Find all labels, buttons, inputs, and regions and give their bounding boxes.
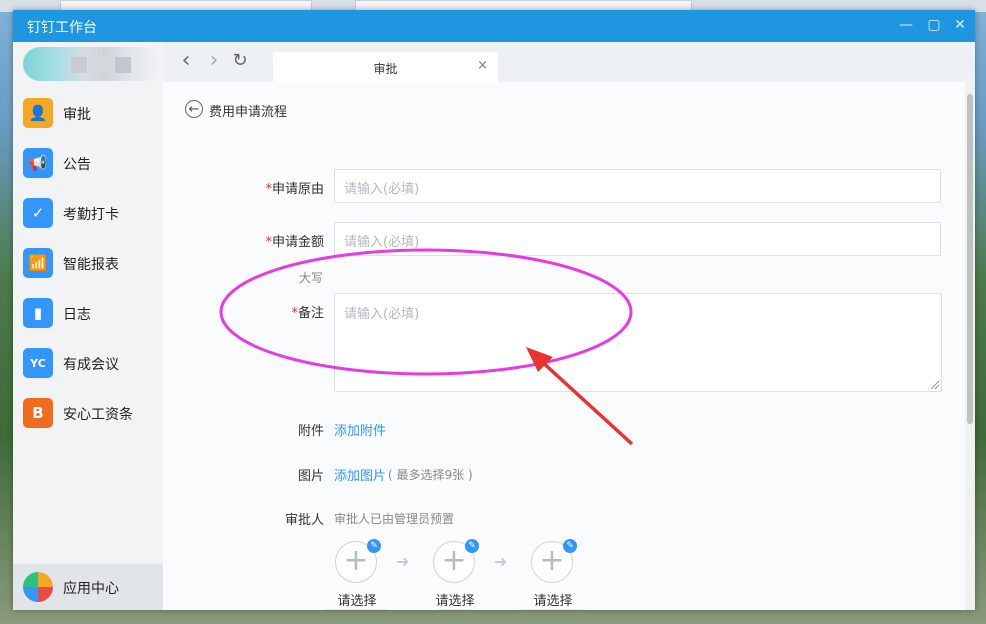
refresh-button[interactable]: ↻	[231, 52, 249, 72]
flow-arrow-icon: ➜	[494, 552, 508, 571]
remark-placeholder: 请输入(必填)	[344, 307, 420, 322]
tab-bar: ‹ › ↻ 审批 ×	[163, 42, 975, 82]
add-attachment-link[interactable]: 添加附件	[334, 420, 386, 439]
edit-pencil-icon[interactable]: ✎	[563, 539, 577, 553]
approver-role-tag	[437, 609, 473, 610]
forward-nav-button[interactable]: ›	[205, 50, 223, 72]
page-title: 费用申请流程	[209, 105, 288, 120]
sidebar-item-approval[interactable]: 👤 审批	[13, 88, 163, 138]
sidebar-item-attendance[interactable]: ✓ 考勤打卡	[13, 188, 163, 238]
close-button[interactable]: ✕	[951, 16, 969, 34]
avatar	[115, 57, 131, 73]
sidebar-item-reports[interactable]: 📶 智能报表	[13, 238, 163, 288]
tab-approval[interactable]: 审批 ×	[273, 52, 498, 82]
notebook-icon: ▮	[23, 298, 53, 328]
app-window: 钉钉工作台 — ▢ ✕ 👤 审批 📢 公告 ✓ 考勤打卡 📶 智能报表 ▮ 日志	[13, 10, 975, 610]
sidebar-item-app-center[interactable]: 应用中心	[13, 564, 163, 610]
user-profile[interactable]	[23, 47, 159, 81]
approver-role-tag	[519, 609, 585, 610]
reason-input[interactable]: 请输入(必填)	[334, 169, 941, 203]
approver-select-label: 请选择	[533, 594, 573, 609]
maximize-button[interactable]: ▢	[925, 16, 943, 34]
approver-select-label: 请选择	[435, 594, 475, 609]
sidebar-item-label: 应用中心	[63, 581, 119, 597]
chart-icon: 📶	[23, 248, 53, 278]
approver-role-tag	[323, 609, 389, 610]
image-label: 图片	[297, 469, 324, 484]
sidebar-item-label: 智能报表	[63, 257, 119, 273]
sidebar-item-label: 公告	[63, 157, 91, 173]
approver-label: 审批人	[284, 513, 324, 528]
resize-grip-icon[interactable]	[931, 381, 939, 389]
avatar	[93, 57, 109, 73]
edit-pencil-icon[interactable]: ✎	[465, 539, 479, 553]
sidebar-item-label: 有成会议	[63, 357, 119, 373]
remark-label-text: 备注	[297, 306, 324, 321]
titlebar: 钉钉工作台 — ▢ ✕	[13, 10, 975, 42]
remark-textarea[interactable]: 请输入(必填)	[334, 293, 942, 392]
amount-label-text: 申请金额	[271, 235, 324, 250]
avatar	[71, 57, 87, 73]
approver-node[interactable]: + ✎ 请选择	[317, 539, 397, 610]
sidebar-item-log[interactable]: ▮ 日志	[13, 288, 163, 338]
sidebar-item-announcement[interactable]: 📢 公告	[13, 138, 163, 188]
sidebar-item-label: 考勤打卡	[63, 207, 119, 223]
vertical-scrollbar[interactable]	[965, 82, 975, 610]
approver-node[interactable]: + ✎ 请选择	[415, 539, 495, 610]
tab-label: 审批	[373, 62, 398, 76]
amount-label: *申请金额	[224, 231, 324, 250]
reason-label-text: 申请原由	[271, 182, 324, 197]
payslip-icon: B	[23, 398, 53, 428]
minimize-button[interactable]: —	[897, 16, 915, 34]
reason-label: *申请原由	[224, 178, 324, 197]
app-center-icon	[23, 572, 53, 602]
megaphone-icon: 📢	[23, 148, 53, 178]
sidebar: 👤 审批 📢 公告 ✓ 考勤打卡 📶 智能报表 ▮ 日志 YC 有成会议 B 安…	[13, 42, 164, 610]
approver-hint: 审批人已由管理员预置	[334, 512, 455, 526]
back-arrow-icon[interactable]: ←	[185, 100, 203, 118]
approver-node[interactable]: + ✎ 请选择	[513, 539, 593, 610]
sidebar-item-label: 审批	[63, 107, 91, 123]
amount-placeholder: 请输入(必填)	[344, 235, 420, 250]
sidebar-item-label: 日志	[63, 307, 91, 323]
remark-label: *备注	[224, 302, 324, 321]
back-nav-button[interactable]: ‹	[177, 50, 195, 72]
sidebar-item-meeting[interactable]: YC 有成会议	[13, 338, 163, 388]
window-title: 钉钉工作台	[27, 20, 97, 36]
amount-uppercase-label: 大写	[299, 271, 324, 285]
reason-placeholder: 请输入(必填)	[344, 182, 420, 197]
close-tab-icon[interactable]: ×	[477, 58, 488, 73]
scrollbar-thumb[interactable]	[967, 94, 973, 424]
form-content: ← 费用申请流程 *申请原由 请输入(必填) *申请金额 请输入(必填) 大写 …	[163, 82, 975, 610]
meeting-icon: YC	[23, 348, 53, 378]
sidebar-item-payslip[interactable]: B 安心工资条	[13, 388, 163, 438]
approver-select-label: 请选择	[337, 594, 377, 609]
amount-input[interactable]: 请输入(必填)	[334, 222, 941, 256]
location-check-icon: ✓	[23, 198, 53, 228]
edit-pencil-icon[interactable]: ✎	[367, 539, 381, 553]
image-limit-hint: ( 最多选择9张 )	[388, 468, 473, 482]
approval-icon: 👤	[23, 98, 53, 128]
sidebar-item-label: 安心工资条	[63, 407, 133, 423]
attachment-label: 附件	[297, 424, 324, 439]
flow-arrow-icon: ➜	[396, 552, 410, 571]
add-image-link[interactable]: 添加图片	[334, 465, 386, 484]
